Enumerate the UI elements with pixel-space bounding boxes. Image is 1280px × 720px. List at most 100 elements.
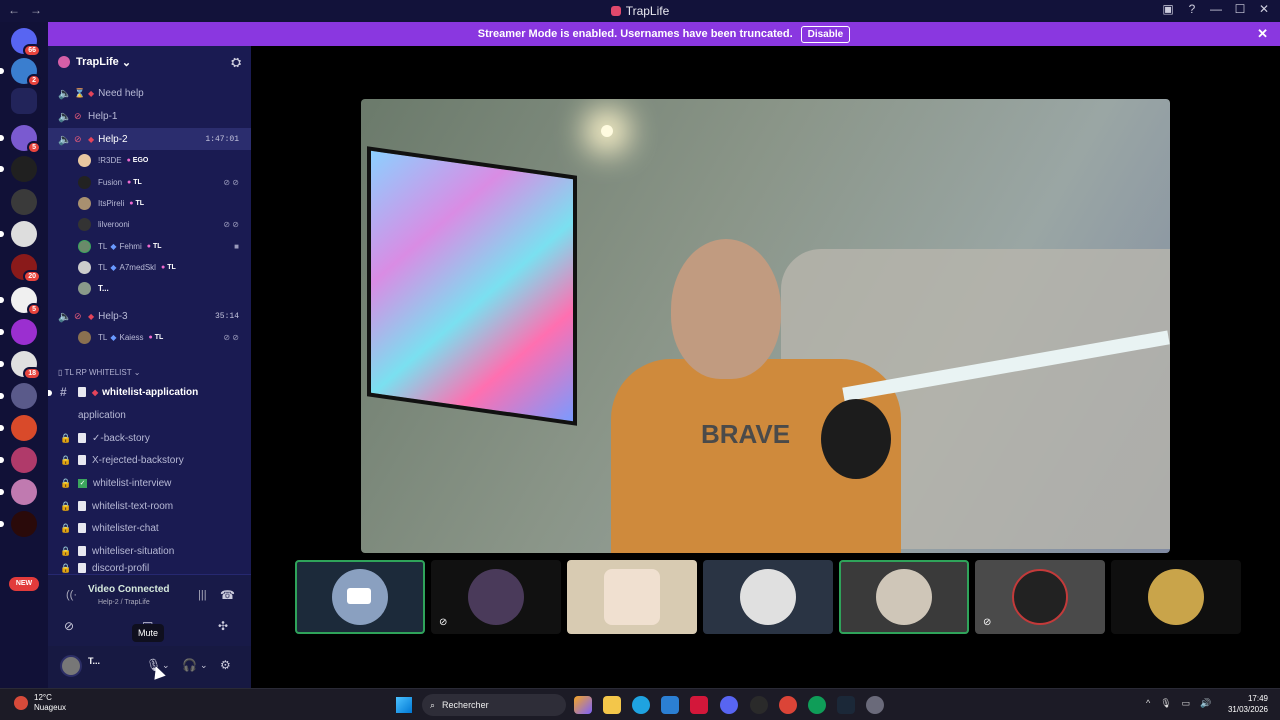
direct-messages-icon[interactable]: 66 xyxy=(11,28,41,57)
chrome-icon[interactable] xyxy=(779,696,797,714)
participant-tile[interactable]: ⊘ xyxy=(975,560,1105,634)
voice-channel-help-2[interactable]: 🔈 ⊘ ◆ Help-2 1:47:01 xyxy=(48,128,251,150)
voice-user[interactable]: !R3DE EGO xyxy=(48,150,251,171)
server-icon[interactable] xyxy=(0,221,37,247)
voice-connected-channel[interactable]: Help-2 / TrapLife xyxy=(98,599,150,606)
text-channel[interactable]: 🔒 ✓ whitelist-interview xyxy=(48,472,251,494)
headphones-icon[interactable]: 🎧 xyxy=(182,658,197,672)
settings-icon[interactable] xyxy=(866,696,884,714)
chrome-icon[interactable] xyxy=(808,696,826,714)
file-explorer-icon[interactable] xyxy=(603,696,621,714)
server-icon[interactable] xyxy=(0,415,37,441)
voice-user[interactable]: lilverooni ⊘ ⊘ xyxy=(48,214,251,235)
steam-icon[interactable] xyxy=(837,696,855,714)
text-channel[interactable]: 🔒 discord-profil xyxy=(48,562,251,574)
participant-tile[interactable]: ⊘ xyxy=(431,560,561,634)
disconnect-icon[interactable]: ☎ xyxy=(220,588,235,602)
diamond-icon: ◆ xyxy=(92,387,99,397)
text-channel[interactable]: application xyxy=(48,404,251,426)
maximize-button[interactable]: ☐ xyxy=(1228,2,1252,16)
category-header[interactable]: ▯ TL RP WHITELIST ⌄ xyxy=(58,368,140,377)
clock-date: 31/03/2026 xyxy=(1227,705,1268,714)
channel-name: Help-2 xyxy=(98,133,128,145)
voice-user[interactable]: TL◆A7medSklTL xyxy=(48,257,251,278)
text-channel[interactable]: # ◆ whitelist-application xyxy=(48,381,251,403)
deafened-icon: ⊘ xyxy=(983,617,992,628)
participant-tile[interactable] xyxy=(295,560,425,634)
unread-pip xyxy=(0,329,4,335)
voice-channel-need-help[interactable]: 🔈 ⌛ ◆ Need help xyxy=(48,82,251,104)
deafened-icon: ⊘ xyxy=(439,617,448,628)
activities-icon[interactable]: ✣ xyxy=(218,619,228,633)
server-icon[interactable] xyxy=(0,479,37,505)
server-icon[interactable] xyxy=(0,383,37,409)
voice-channel-help-1[interactable]: 🔈 ⊘ Help-1 xyxy=(48,105,251,127)
app-icon[interactable] xyxy=(690,696,708,714)
noise-suppression-icon[interactable]: ||| xyxy=(198,589,207,601)
server-icon[interactable]: 2 xyxy=(0,58,41,87)
help-icon[interactable]: ? xyxy=(1180,2,1204,16)
gear-icon[interactable]: ⚙ xyxy=(220,658,231,672)
voice-channel-help-3[interactable]: 🔈 ⊘ ◆ Help-3 35:14 xyxy=(48,305,251,327)
signal-icon[interactable]: ((· xyxy=(66,589,77,601)
server-icon[interactable] xyxy=(0,447,37,473)
server-icon[interactable]: 20 xyxy=(11,254,41,283)
windows-start-icon[interactable] xyxy=(396,697,412,713)
server-icon[interactable] xyxy=(0,319,37,345)
participant-tile[interactable] xyxy=(703,560,833,634)
hourglass-server-icon[interactable] xyxy=(11,88,37,114)
volume-icon[interactable]: 🔊 xyxy=(1200,698,1211,709)
edge-browser-icon[interactable] xyxy=(632,696,650,714)
server-icon[interactable] xyxy=(0,156,37,182)
weather-widget[interactable]: 12°C Nuageux xyxy=(14,693,66,713)
taskbar-search[interactable]: ⌕ Rechercher xyxy=(422,694,566,716)
text-channel[interactable]: 🔒 ✓-back-story xyxy=(48,427,251,449)
chevron-down-icon[interactable]: ⌄ xyxy=(200,660,208,671)
network-icon[interactable]: ▭ xyxy=(1182,698,1191,709)
voice-user[interactable]: TL◆KaiessTL⊘ ⊘ xyxy=(48,327,251,348)
inbox-icon[interactable]: ▣ xyxy=(1156,2,1180,16)
server-icon[interactable] xyxy=(0,511,37,537)
voice-user[interactable]: TL◆FehmiTL■ xyxy=(48,236,251,257)
store-icon[interactable] xyxy=(661,696,679,714)
guild-badge: 66 xyxy=(23,44,41,57)
discord-icon[interactable] xyxy=(720,696,738,714)
channel-sidebar: TrapLife ⌄ ⛭ 🔈 ⌛ ◆ Need help 🔈 ⊘ Help-1 … xyxy=(48,46,251,688)
avatar[interactable] xyxy=(60,655,82,677)
server-icon[interactable]: 5 xyxy=(0,287,41,316)
hourglass-icon: ⌛ xyxy=(74,87,86,98)
app-icon[interactable] xyxy=(750,696,768,714)
voice-user[interactable]: Fusion TL ⊘ ⊘ xyxy=(48,172,251,193)
text-channel[interactable]: 🔒 X-rejected-backstory xyxy=(48,449,251,471)
voice-user-self[interactable]: T... xyxy=(48,278,251,299)
add-user-icon[interactable]: ⛭ xyxy=(231,55,241,70)
banner-close-icon[interactable]: ✕ xyxy=(1257,26,1268,42)
participant-tile[interactable] xyxy=(1111,560,1241,634)
participant-tile[interactable] xyxy=(839,560,969,634)
server-header[interactable]: TrapLife ⌄ ⛭ xyxy=(48,46,251,78)
user-prefix: TL xyxy=(98,333,108,342)
server-icon[interactable] xyxy=(11,189,37,215)
user-prefix: TL xyxy=(98,263,108,272)
user-name: A7medSkl xyxy=(119,263,156,272)
voice-user[interactable]: ItsPireli TL xyxy=(48,193,251,214)
participant-tile[interactable] xyxy=(567,560,697,634)
server-icon[interactable]: 5 xyxy=(0,125,41,154)
focused-video-stream[interactable]: BRAVE xyxy=(361,99,1170,553)
text-channel[interactable]: 🔒 whitelister-chat xyxy=(48,517,251,539)
text-channel[interactable]: 🔒 whiteliser-situation xyxy=(48,540,251,562)
avatar xyxy=(1148,569,1204,625)
text-channel[interactable]: 🔒 whitelist-text-room xyxy=(48,495,251,517)
avatar xyxy=(78,282,91,295)
microphone-icon[interactable]: 🎙 xyxy=(1160,698,1171,709)
chevron-up-icon[interactable]: ^ xyxy=(1146,698,1150,709)
clock[interactable]: 17:49 31/03/2026 xyxy=(1228,693,1268,715)
disable-streamer-mode-button[interactable]: Disable xyxy=(800,25,851,43)
page-icon xyxy=(78,563,86,573)
copilot-icon[interactable] xyxy=(574,696,592,714)
minimize-button[interactable]: — xyxy=(1204,2,1228,16)
close-window-button[interactable]: ✕ xyxy=(1252,2,1276,16)
speaker-icon: 🔈 xyxy=(58,110,72,123)
server-icon[interactable]: 18 xyxy=(0,351,41,380)
camera-off-icon[interactable]: ⊘ xyxy=(64,619,74,633)
